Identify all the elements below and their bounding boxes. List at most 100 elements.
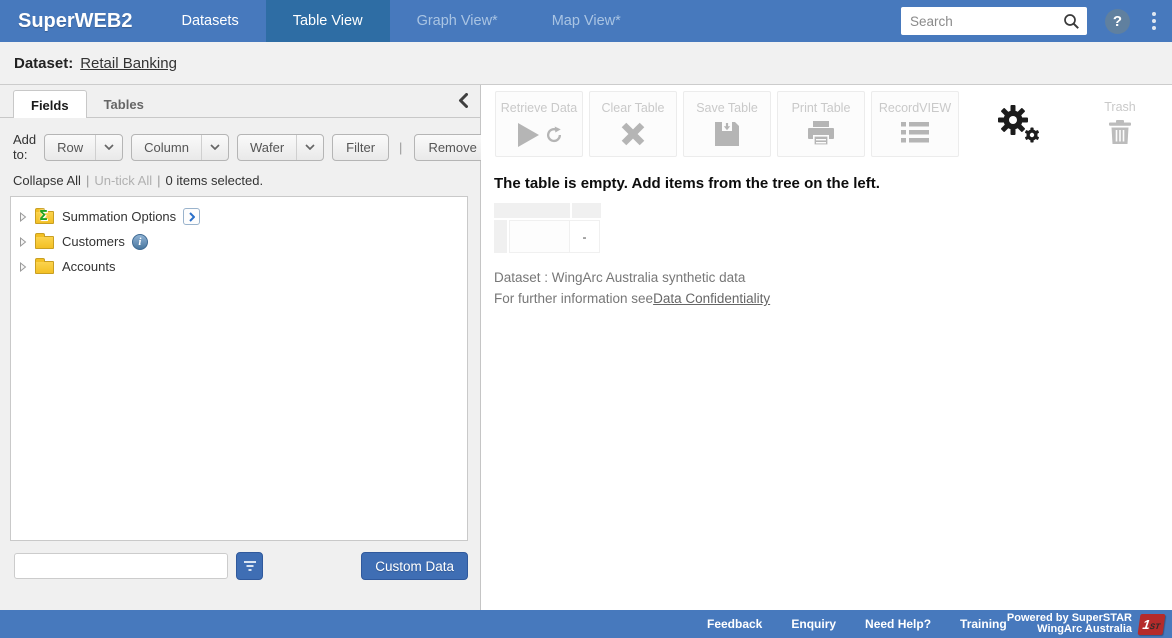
trash-button: Trash bbox=[1089, 91, 1151, 150]
nav-datasets[interactable]: Datasets bbox=[154, 0, 265, 42]
empty-table-placeholder: - bbox=[494, 203, 601, 253]
help-icon[interactable]: ? bbox=[1105, 9, 1130, 34]
separator: | bbox=[86, 173, 89, 188]
footer-bar: Feedback Enquiry Need Help? Training Pow… bbox=[0, 610, 1172, 638]
footer-link-feedback[interactable]: Feedback bbox=[707, 617, 762, 631]
info-icon[interactable]: i bbox=[132, 234, 148, 250]
powered-by-text: Powered by SuperSTAR WingArc Australia bbox=[1007, 613, 1139, 636]
sigma-icon: Σ bbox=[39, 209, 48, 224]
trash-icon bbox=[1109, 120, 1131, 150]
placeholder-value-cell: - bbox=[570, 220, 600, 253]
powered-line-2: WingArc Australia bbox=[1007, 624, 1132, 636]
placeholder-row-stub bbox=[494, 220, 507, 253]
field-selection-panel: Fields Tables Add to: Row Column Wafer F… bbox=[0, 85, 481, 610]
print-table-label: Print Table bbox=[792, 101, 851, 115]
retrieve-data-label: Retrieve Data bbox=[501, 101, 577, 115]
superstar-1st-logo: 1ST bbox=[1138, 614, 1166, 635]
add-to-wafer-button[interactable]: Wafer bbox=[237, 134, 324, 161]
further-info-prefix: For further information see bbox=[494, 291, 653, 306]
dataset-label: Dataset: bbox=[14, 55, 73, 72]
nav-graph-view: Graph View* bbox=[390, 0, 525, 42]
data-confidentiality-link[interactable]: Data Confidentiality bbox=[653, 291, 770, 306]
dataset-link[interactable]: Retail Banking bbox=[80, 55, 177, 72]
further-info-text: For further information seeData Confiden… bbox=[494, 291, 770, 306]
add-to-toolbar: Add to: Row Column Wafer Filter | Remove bbox=[13, 132, 480, 162]
expand-triangle-icon[interactable] bbox=[19, 237, 29, 247]
tree-item-label[interactable]: Customers bbox=[62, 234, 125, 249]
folder-icon bbox=[35, 261, 54, 274]
folder-icon bbox=[35, 236, 54, 249]
toolbar-separator: | bbox=[399, 140, 402, 155]
expand-triangle-icon[interactable] bbox=[19, 262, 29, 272]
placeholder-header-cell bbox=[572, 203, 601, 218]
footer-links: Feedback Enquiry Need Help? Training bbox=[707, 617, 1007, 631]
placeholder-header-cell bbox=[494, 203, 570, 218]
collapse-panel-icon[interactable] bbox=[458, 93, 468, 113]
add-to-column-button[interactable]: Column bbox=[131, 134, 229, 161]
clear-x-icon bbox=[620, 121, 646, 152]
nav-table-view[interactable]: Table View bbox=[266, 0, 390, 42]
collapse-all-link[interactable]: Collapse All bbox=[13, 173, 81, 188]
left-panel-tabs: Fields Tables bbox=[0, 85, 480, 118]
custom-data-button[interactable]: Custom Data bbox=[361, 552, 468, 580]
row-chevron-down-icon[interactable] bbox=[95, 135, 122, 160]
add-to-label: Add to: bbox=[13, 132, 36, 162]
row-button-label: Row bbox=[45, 140, 95, 155]
play-icon bbox=[515, 121, 541, 154]
top-navbar: SuperWEB2 Datasets Table View Graph View… bbox=[0, 0, 1172, 42]
footer-link-training[interactable]: Training bbox=[960, 617, 1007, 631]
logo-text-2: ST bbox=[1149, 621, 1160, 630]
refresh-icon bbox=[545, 126, 563, 149]
nav-map-view: Map View* bbox=[525, 0, 648, 42]
add-to-row-button[interactable]: Row bbox=[44, 134, 123, 161]
table-options-gear-icon[interactable] bbox=[995, 103, 1043, 150]
summation-options-arrow-button[interactable] bbox=[183, 208, 200, 225]
column-chevron-down-icon[interactable] bbox=[201, 135, 228, 160]
tree-item-customers[interactable]: Customers i bbox=[19, 229, 467, 254]
remove-button-label: Remove bbox=[415, 140, 489, 155]
filter-button[interactable]: Filter bbox=[332, 134, 389, 161]
search-input[interactable] bbox=[901, 7, 1087, 35]
tab-fields[interactable]: Fields bbox=[13, 90, 87, 118]
tab-tables[interactable]: Tables bbox=[87, 90, 161, 117]
tree-item-summation-options[interactable]: Σ Summation Options bbox=[19, 204, 467, 229]
footer-link-need-help[interactable]: Need Help? bbox=[865, 617, 931, 631]
column-button-label: Column bbox=[132, 140, 201, 155]
summation-folder-icon: Σ bbox=[35, 211, 54, 224]
dataset-info-text: Dataset : WingArc Australia synthetic da… bbox=[494, 270, 745, 285]
clear-table-label: Clear Table bbox=[601, 101, 664, 115]
recordview-label: RecordVIEW bbox=[879, 101, 951, 115]
kebab-menu-icon[interactable] bbox=[1152, 12, 1156, 16]
footer-link-enquiry[interactable]: Enquiry bbox=[791, 617, 836, 631]
separator: | bbox=[157, 173, 160, 188]
empty-table-message: The table is empty. Add items from the t… bbox=[494, 175, 880, 192]
save-table-label: Save Table bbox=[696, 101, 758, 115]
retrieve-data-button: Retrieve Data bbox=[495, 91, 583, 157]
nav-graph-view-label: Graph View* bbox=[417, 13, 498, 29]
app-logo: SuperWEB2 bbox=[0, 10, 154, 33]
placeholder-cell bbox=[509, 220, 570, 253]
recordview-button: RecordVIEW bbox=[871, 91, 959, 157]
nav-datasets-label: Datasets bbox=[181, 13, 238, 29]
tree-item-label[interactable]: Accounts bbox=[62, 259, 115, 274]
table-view-panel: Retrieve Data Clear Table Save Table Pri… bbox=[481, 85, 1172, 610]
trash-label: Trash bbox=[1104, 100, 1136, 114]
expand-triangle-icon[interactable] bbox=[19, 212, 29, 222]
tree-item-label[interactable]: Summation Options bbox=[62, 209, 176, 224]
search-icon[interactable] bbox=[1063, 13, 1080, 35]
field-tree: Σ Summation Options Customers i Accounts bbox=[10, 196, 468, 541]
clear-table-button: Clear Table bbox=[589, 91, 677, 157]
header-search-box bbox=[901, 7, 1087, 35]
table-toolbar: Retrieve Data Clear Table Save Table Pri… bbox=[495, 91, 1151, 157]
tree-search-controls: Custom Data bbox=[14, 552, 468, 580]
wafer-chevron-down-icon[interactable] bbox=[296, 135, 323, 160]
tree-item-accounts[interactable]: Accounts bbox=[19, 254, 467, 279]
nav-table-view-label: Table View bbox=[293, 13, 363, 29]
wafer-button-label: Wafer bbox=[238, 140, 296, 155]
untick-all-link: Un-tick All bbox=[94, 173, 152, 188]
tree-search-input[interactable] bbox=[14, 553, 228, 579]
nav-map-view-label: Map View* bbox=[552, 13, 621, 29]
selection-status-row: Collapse All|Un-tick All|0 items selecte… bbox=[13, 173, 480, 188]
tree-filter-button[interactable] bbox=[236, 552, 263, 580]
remove-button[interactable]: Remove bbox=[414, 134, 490, 161]
